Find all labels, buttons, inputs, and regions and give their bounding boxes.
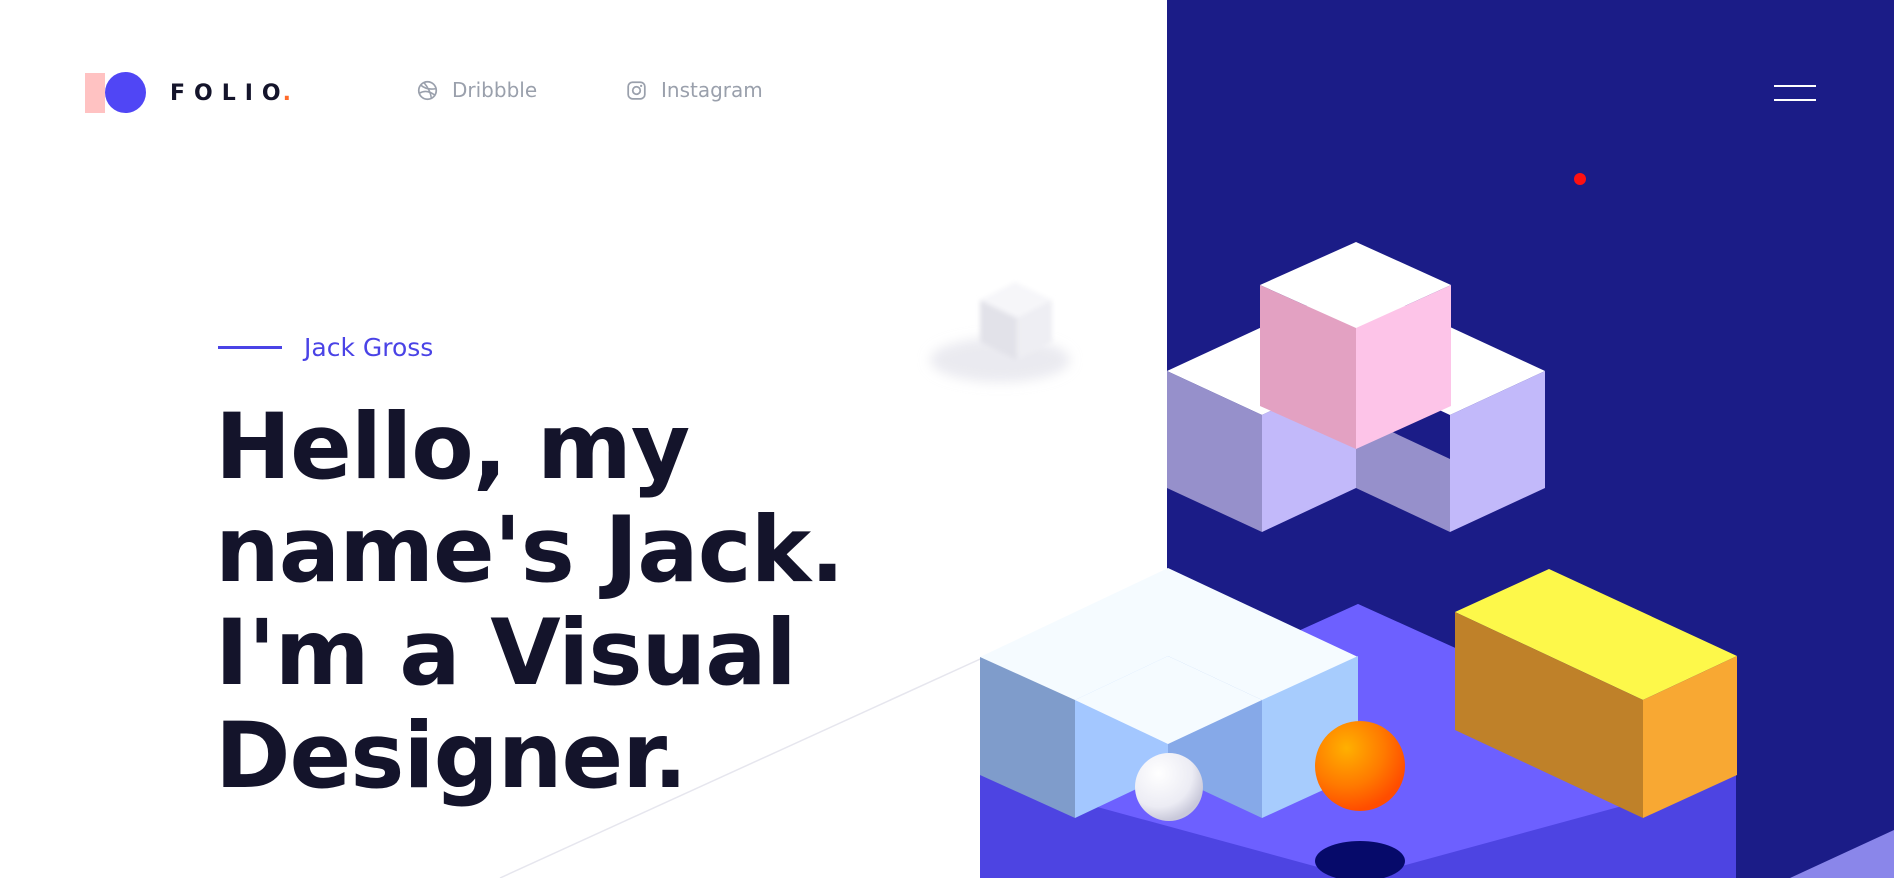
eyebrow-line [218, 346, 282, 349]
brand-name: FOLIO [170, 80, 290, 106]
dribbble-icon [417, 80, 438, 100]
hero-headline: Hello, my name's Jack. I'm a Visual Desi… [215, 395, 845, 809]
nav-link-instagram[interactable]: Instagram [626, 78, 763, 102]
logo-mark-icon [85, 72, 146, 114]
white-sphere [1135, 753, 1203, 821]
page: FOLIO . Dribbble Instagram Jack Gross He… [0, 0, 1894, 878]
orange-sphere [1315, 721, 1405, 811]
eyebrow-name: Jack Gross [304, 333, 434, 362]
nav-link-dribbble[interactable]: Dribbble [417, 78, 537, 102]
hero-eyebrow: Jack Gross [218, 333, 433, 362]
brand-logo[interactable]: FOLIO . [85, 72, 291, 114]
instagram-icon [627, 80, 646, 100]
corner-shape [1790, 830, 1894, 878]
brand-dot: . [282, 80, 291, 106]
red-dot-indicator [1574, 173, 1586, 185]
hamburger-menu-icon[interactable] [1774, 85, 1816, 103]
nav-instagram-label: Instagram [661, 78, 763, 102]
nav-dribbble-label: Dribbble [452, 78, 538, 102]
top-cube-cluster [1167, 242, 1545, 532]
